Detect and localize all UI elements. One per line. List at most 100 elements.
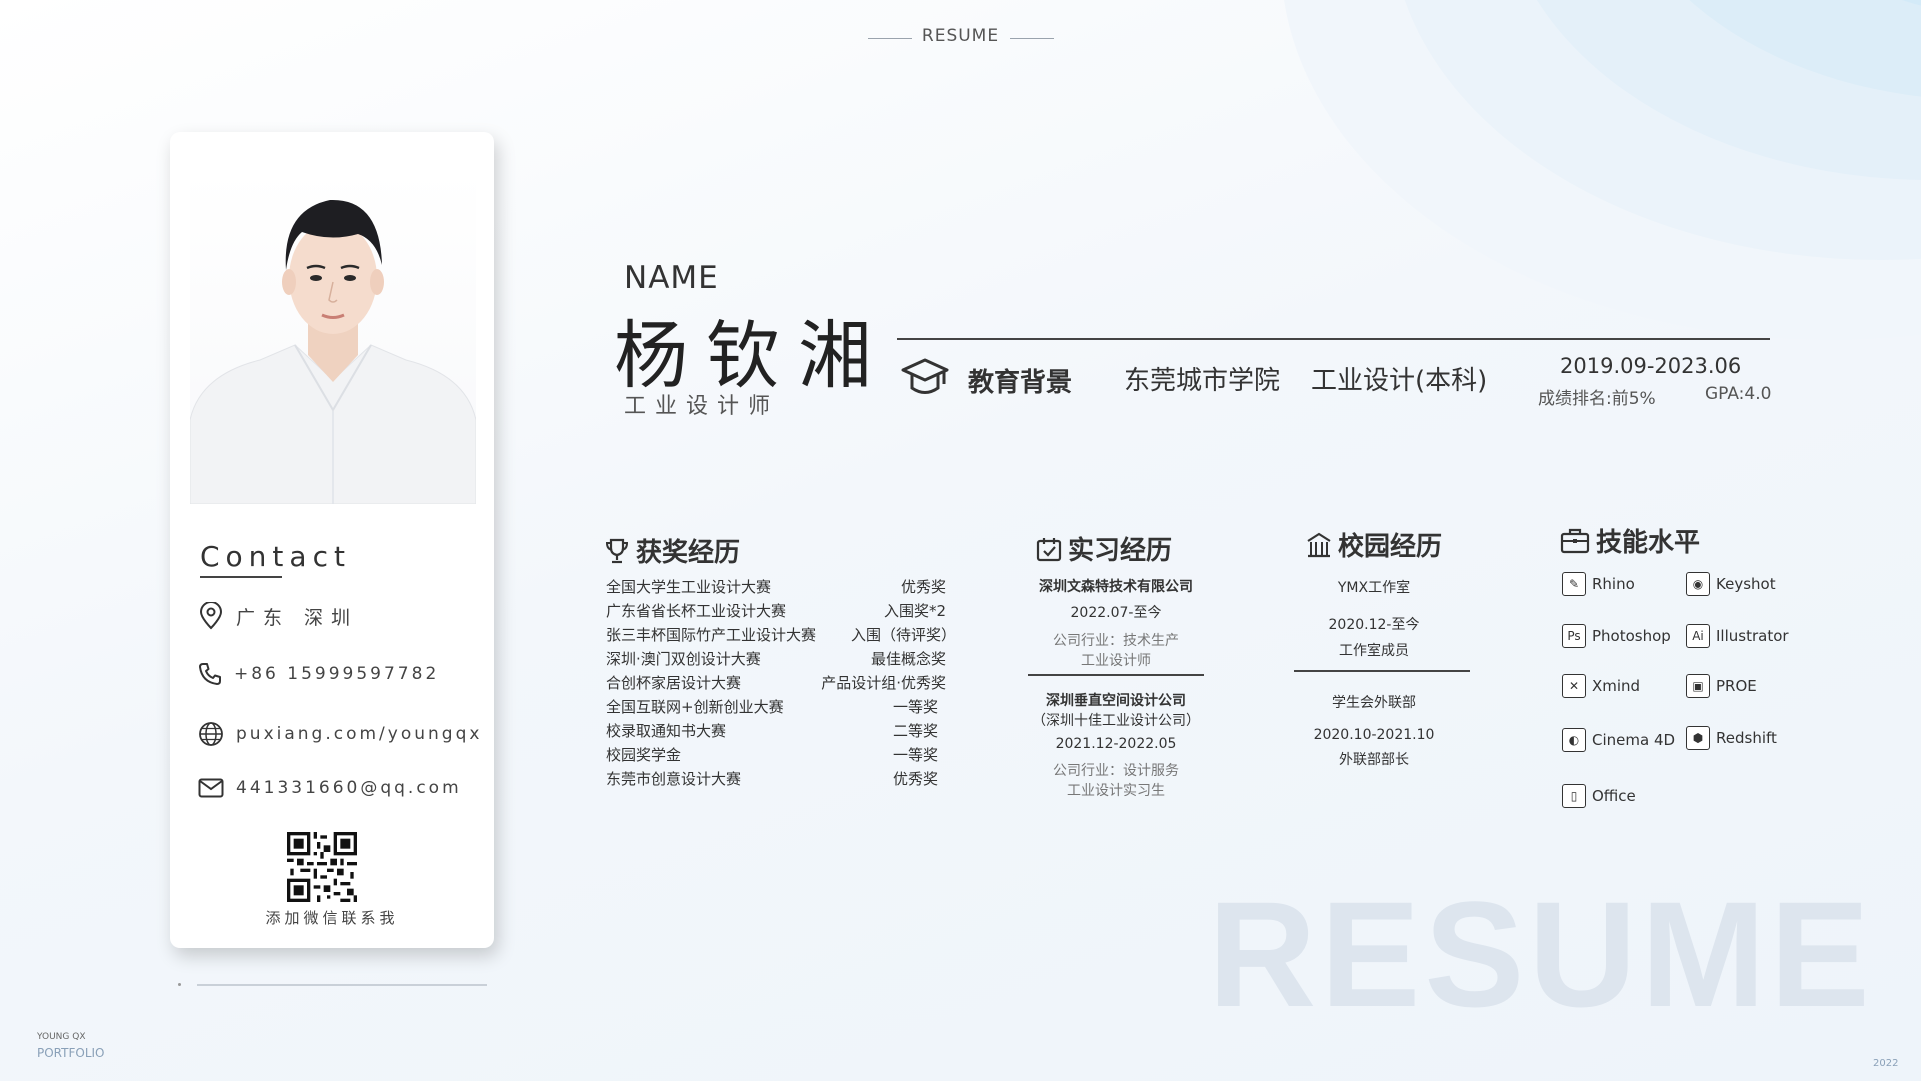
education-divider [897, 338, 1770, 340]
photoshop-icon: Ps [1562, 624, 1586, 648]
award-name: 校园奖学金 [606, 746, 682, 764]
internship-divider [1028, 674, 1204, 676]
education-rank: 成绩排名:前5% [1538, 389, 1656, 409]
education-major: 工业设计(本科) [1311, 366, 1488, 396]
phone-icon [199, 663, 221, 685]
graduation-cap-icon [901, 358, 949, 394]
skill-illustrator: Ai Illustrator [1686, 624, 1789, 648]
website-text[interactable]: puxiang.com/youngqx [236, 724, 482, 744]
award-result: 产品设计组·优秀奖 [821, 674, 946, 692]
keyshot-icon: ◉ [1686, 572, 1710, 596]
award-result: 最佳概念奖 [870, 650, 946, 668]
skill-photoshop: Ps Photoshop [1562, 624, 1671, 648]
header-title: RESUME [921, 26, 1000, 46]
award-name: 合创杯家居设计大赛 [606, 674, 742, 692]
internship-heading: 实习经历 [1036, 530, 1172, 567]
location-text: 广东 深圳 [236, 606, 359, 629]
company-industry: 公司行业：技术生产 [1053, 633, 1179, 649]
card-underline [197, 984, 487, 986]
skill-name: Illustrator [1716, 627, 1789, 645]
trophy-icon [605, 538, 629, 563]
decorative-arcs [1281, 0, 1921, 360]
award-result: 一等奖 [892, 746, 938, 764]
redshift-icon: ⬢ [1686, 726, 1710, 750]
education-date: 2019.09-2023.06 [1560, 354, 1742, 378]
email-text[interactable]: 441331660@qq.com [236, 778, 462, 798]
internship-item-1: 深圳文森特技术有限公司 2022.07-至今 公司行业：技术生产 工业设计师 [1016, 576, 1216, 670]
contact-email[interactable]: 441331660@qq.com [198, 778, 462, 798]
profile-photo [190, 170, 476, 504]
full-name: 杨钦湘 [614, 313, 890, 399]
footer-brand: YOUNG QX [37, 1032, 86, 1042]
campus-item-2: 学生会外联部 2020.10-2021.10 外联部部长 [1294, 692, 1454, 769]
award-result: 一等奖 [892, 698, 938, 716]
proe-icon: ▣ [1686, 674, 1710, 698]
skills-title: 技能水平 [1596, 528, 1701, 558]
company-industry: 公司行业：设计服务 [1053, 763, 1179, 779]
xmind-icon: ✕ [1562, 674, 1586, 698]
skill-name: Redshift [1716, 729, 1777, 747]
award-result: 入围奖*2 [883, 602, 946, 620]
wechat-qr-code[interactable] [287, 832, 357, 902]
location-pin-icon [199, 602, 223, 630]
award-name: 深圳·澳门双创设计大赛 [606, 650, 761, 668]
award-name: 东莞市创意设计大赛 [606, 770, 742, 788]
skill-keyshot: ◉ Keyshot [1686, 572, 1776, 596]
campus-role: 外联部部长 [1339, 752, 1409, 768]
skills-heading: 技能水平 [1560, 522, 1700, 559]
list-item: 全国互联网+创新创业大赛 一等奖 [606, 696, 956, 720]
list-item: 张三丰杯国际竹产工业设计大赛 入围（待评奖） [606, 624, 956, 648]
skill-name: Keyshot [1716, 575, 1776, 593]
education-school: 东莞城市学院 [1124, 366, 1281, 396]
job-title: 工业设计师 [624, 394, 780, 419]
list-item: 校园奖学金 一等奖 [606, 744, 956, 768]
skill-name: Cinema 4D [1592, 731, 1676, 749]
award-name: 全国大学生工业设计大赛 [606, 578, 772, 596]
watermark-text: RESUME [1208, 870, 1874, 1038]
campus-org: 学生会外联部 [1332, 695, 1416, 711]
calendar-check-icon [1036, 537, 1062, 561]
skill-name: PROE [1716, 677, 1757, 695]
award-name: 校录取通知书大赛 [606, 722, 727, 740]
rhino-icon: ✎ [1562, 572, 1586, 596]
awards-title: 获奖经历 [636, 538, 741, 568]
campus-org: YMX工作室 [1337, 580, 1411, 596]
campus-role: 工作室成员 [1339, 643, 1409, 659]
skill-redshift: ⬢ Redshift [1686, 726, 1777, 750]
contact-website[interactable]: puxiang.com/youngqx [198, 721, 482, 747]
qr-caption: 添加微信联系我 [265, 909, 399, 927]
list-item: 深圳·澳门双创设计大赛 最佳概念奖 [606, 648, 956, 672]
company-name: 深圳文森特技术有限公司 [1039, 579, 1193, 595]
list-item: 东莞市创意设计大赛 优秀奖 [606, 768, 956, 792]
briefcase-icon [1560, 528, 1590, 553]
award-result: 入围（待评奖） [850, 626, 956, 644]
illustrator-icon: Ai [1686, 624, 1710, 648]
award-name: 张三丰杯国际竹产工业设计大赛 [606, 626, 817, 644]
building-icon [1307, 532, 1331, 557]
footer-portfolio: PORTFOLIO [37, 1046, 105, 1060]
globe-icon [199, 722, 223, 746]
phone-text[interactable]: +86 15999597782 [234, 664, 439, 684]
award-result: 二等奖 [892, 722, 938, 740]
office-icon: ▯ [1562, 784, 1586, 808]
company-name: 深圳垂直空间设计公司 [1046, 693, 1186, 709]
skill-office: ▯ Office [1562, 784, 1636, 808]
internship-date: 2021.12-2022.05 [1055, 736, 1177, 752]
award-result: 优秀奖 [900, 578, 946, 596]
company-note: （深圳十佳工业设计公司） [1032, 713, 1200, 729]
list-item: 广东省省长杯工业设计大赛 入围奖*2 [606, 600, 956, 624]
awards-heading: 获奖经历 [604, 532, 740, 569]
education-title: 教育背景 [968, 368, 1073, 398]
awards-list: 全国大学生工业设计大赛 优秀奖 广东省省长杯工业设计大赛 入围奖*2 张三丰杯国际竹… [606, 576, 956, 792]
mail-icon [198, 778, 224, 798]
list-item: 合创杯家居设计大赛 产品设计组·优秀奖 [606, 672, 956, 696]
skill-rhino: ✎ Rhino [1562, 572, 1635, 596]
name-label: NAME [624, 260, 719, 296]
contact-phone[interactable]: +86 15999597782 [198, 662, 439, 686]
contact-location: 广东 深圳 [198, 602, 358, 630]
campus-item-1: YMX工作室 2020.12-至今 工作室成员 [1294, 577, 1454, 660]
award-name: 全国互联网+创新创业大赛 [606, 698, 784, 716]
education-gpa: GPA:4.0 [1705, 384, 1772, 404]
internship-item-2: 深圳垂直空间设计公司 （深圳十佳工业设计公司） 2021.12-2022.05 … [1006, 690, 1226, 800]
contact-underline [200, 576, 282, 578]
